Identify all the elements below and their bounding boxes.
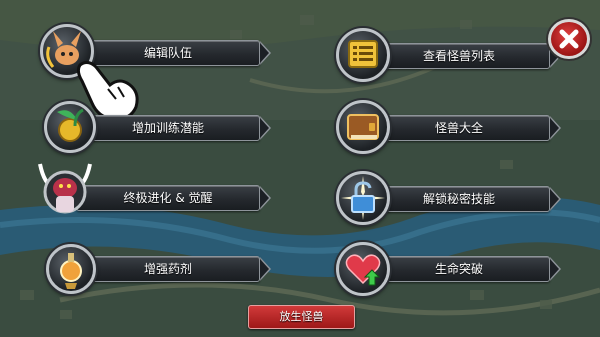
training-potential-button[interactable]: 增加训练潜能: [76, 115, 271, 141]
unlock-secret-skill-button[interactable]: 解锁秘密技能: [368, 186, 561, 212]
training-potential-label: 增加训练潜能: [131, 121, 204, 135]
unlock-padlock-icon[interactable]: [336, 171, 390, 225]
ultimate-evolution-label: 终极进化 & 觉醒: [123, 191, 213, 205]
life-breakthrough-label: 生命突破: [434, 262, 483, 276]
close-button[interactable]: [548, 19, 590, 59]
life-breakthrough-button[interactable]: 生命突破: [368, 256, 561, 282]
book-icon[interactable]: [336, 100, 390, 154]
monster-encyclopedia-button[interactable]: 怪兽大全: [368, 115, 561, 141]
list-scroll-icon[interactable]: [336, 28, 390, 82]
enhance-potion-button[interactable]: 增强药剂: [76, 256, 271, 282]
potion-flask-icon[interactable]: [46, 244, 96, 294]
leaf-medal-icon[interactable]: [44, 101, 96, 153]
ultimate-evolution-button[interactable]: 终极进化 & 觉醒: [76, 185, 271, 211]
view-monster-list-button[interactable]: 查看怪兽列表: [368, 43, 561, 69]
heart-up-icon[interactable]: [336, 242, 390, 296]
enhance-potion-label: 增强药剂: [143, 262, 192, 276]
monster-encyclopedia-label: 怪兽大全: [434, 121, 483, 135]
release-monster-button[interactable]: 放生怪兽: [248, 305, 355, 329]
evolved-monster-icon[interactable]: [34, 158, 96, 222]
close-icon: [559, 29, 579, 49]
view-monster-list-label: 查看怪兽列表: [422, 49, 495, 63]
unlock-secret-skill-label: 解锁秘密技能: [422, 192, 495, 206]
release-monster-label: 放生怪兽: [279, 310, 324, 323]
